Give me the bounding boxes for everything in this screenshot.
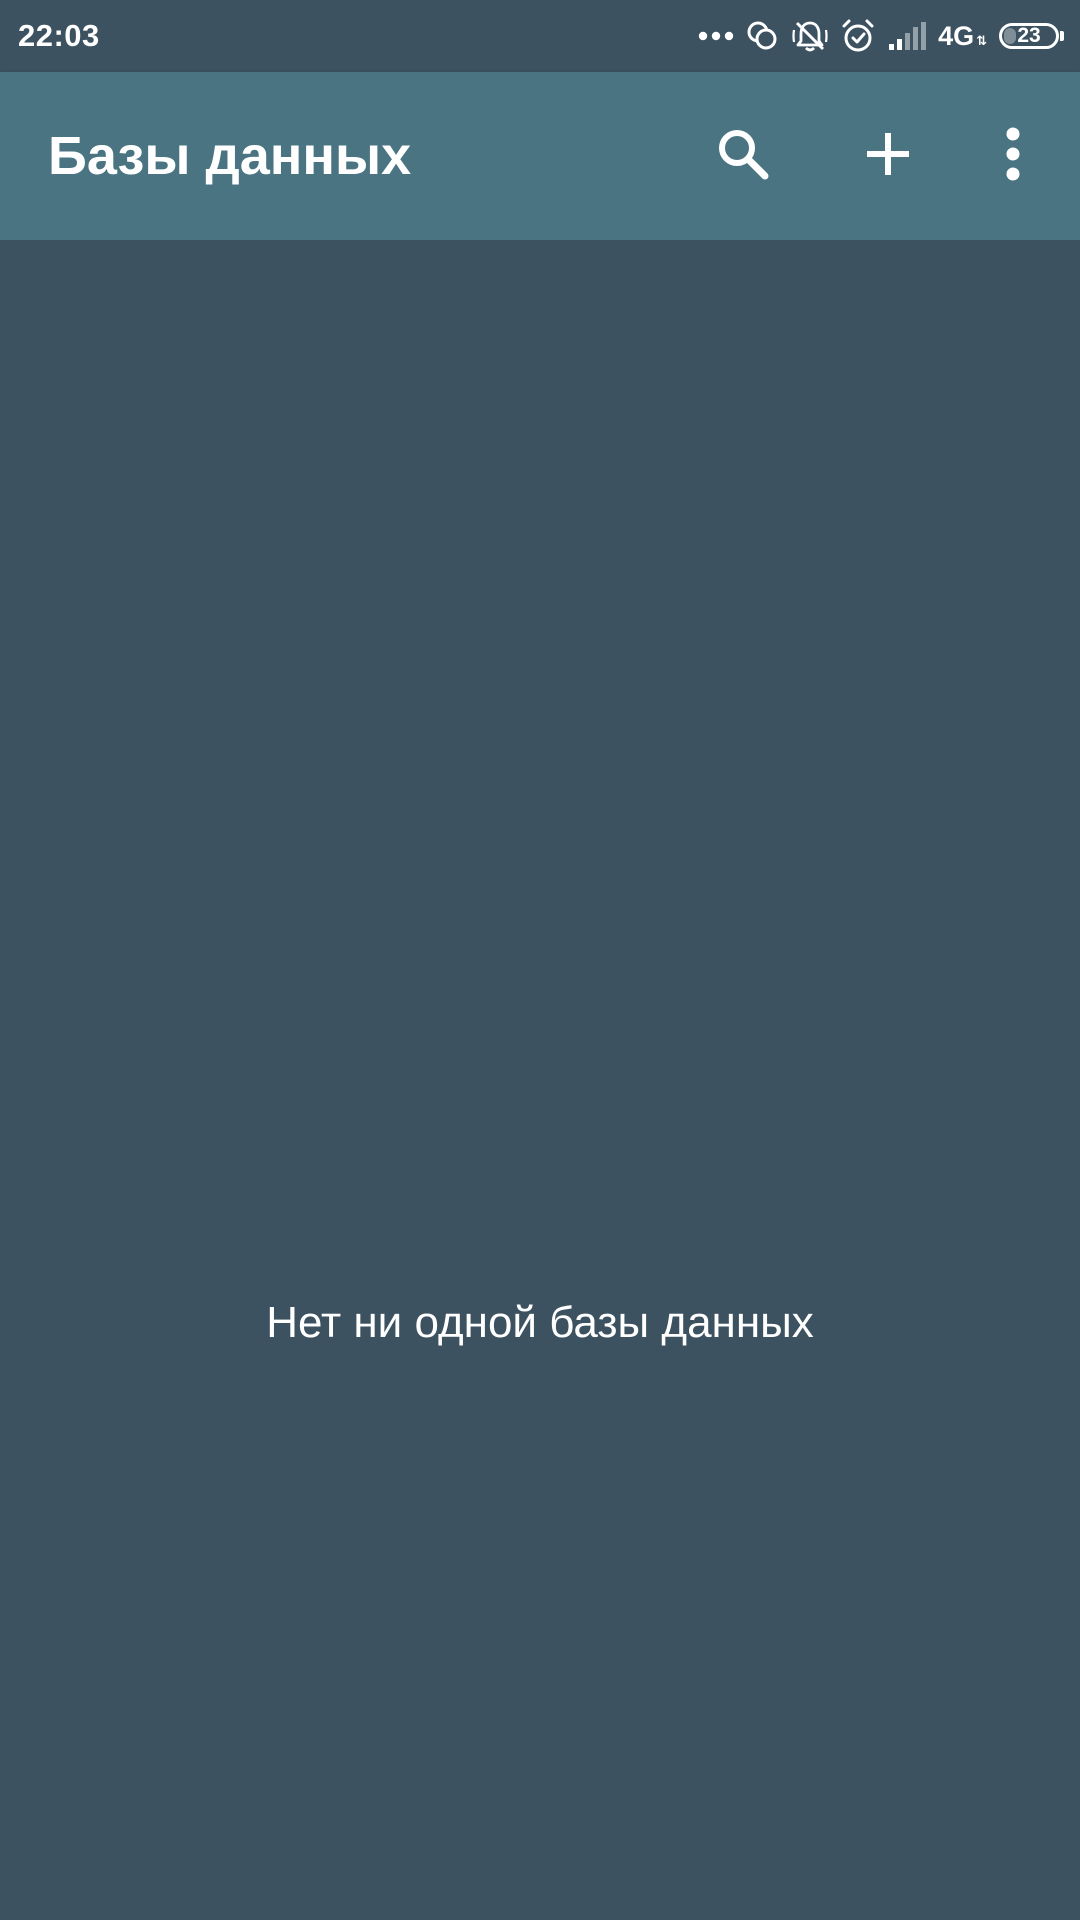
battery-icon: 23	[999, 23, 1064, 49]
database-list-area: Нет ни одной базы данных	[0, 240, 1080, 1920]
status-time: 22:03	[18, 18, 100, 53]
battery-body: 23	[999, 23, 1059, 49]
screen: 22:03 4G ⇅ 23 Базы данных Нет ни одной б…	[0, 0, 1080, 1920]
add-database-button[interactable]	[833, 72, 943, 240]
battery-level: 23	[1017, 24, 1041, 47]
empty-state-message: Нет ни одной базы данных	[266, 1298, 814, 1347]
battery-fill	[1004, 28, 1016, 44]
network-4g-icon: 4G ⇅	[938, 21, 987, 51]
silent-bell-icon	[792, 18, 828, 54]
search-button[interactable]	[688, 72, 798, 240]
more-notifications-icon	[698, 29, 734, 43]
more-vert-icon	[1003, 126, 1023, 187]
network-type-label: 4G	[938, 21, 975, 51]
add-icon	[863, 129, 913, 184]
search-icon	[713, 124, 773, 189]
signal-icon	[888, 22, 927, 50]
app-title: Базы данных	[48, 126, 412, 186]
app-bar: Базы данных	[0, 72, 1080, 240]
overflow-menu-button[interactable]	[958, 72, 1068, 240]
sync-icon	[746, 19, 780, 53]
network-arrows: ⇅	[976, 33, 987, 48]
alarm-icon	[840, 18, 876, 54]
battery-nub	[1060, 31, 1064, 41]
status-bar: 22:03 4G ⇅ 23	[0, 0, 1080, 72]
status-icons: 4G ⇅ 23	[686, 14, 1064, 58]
